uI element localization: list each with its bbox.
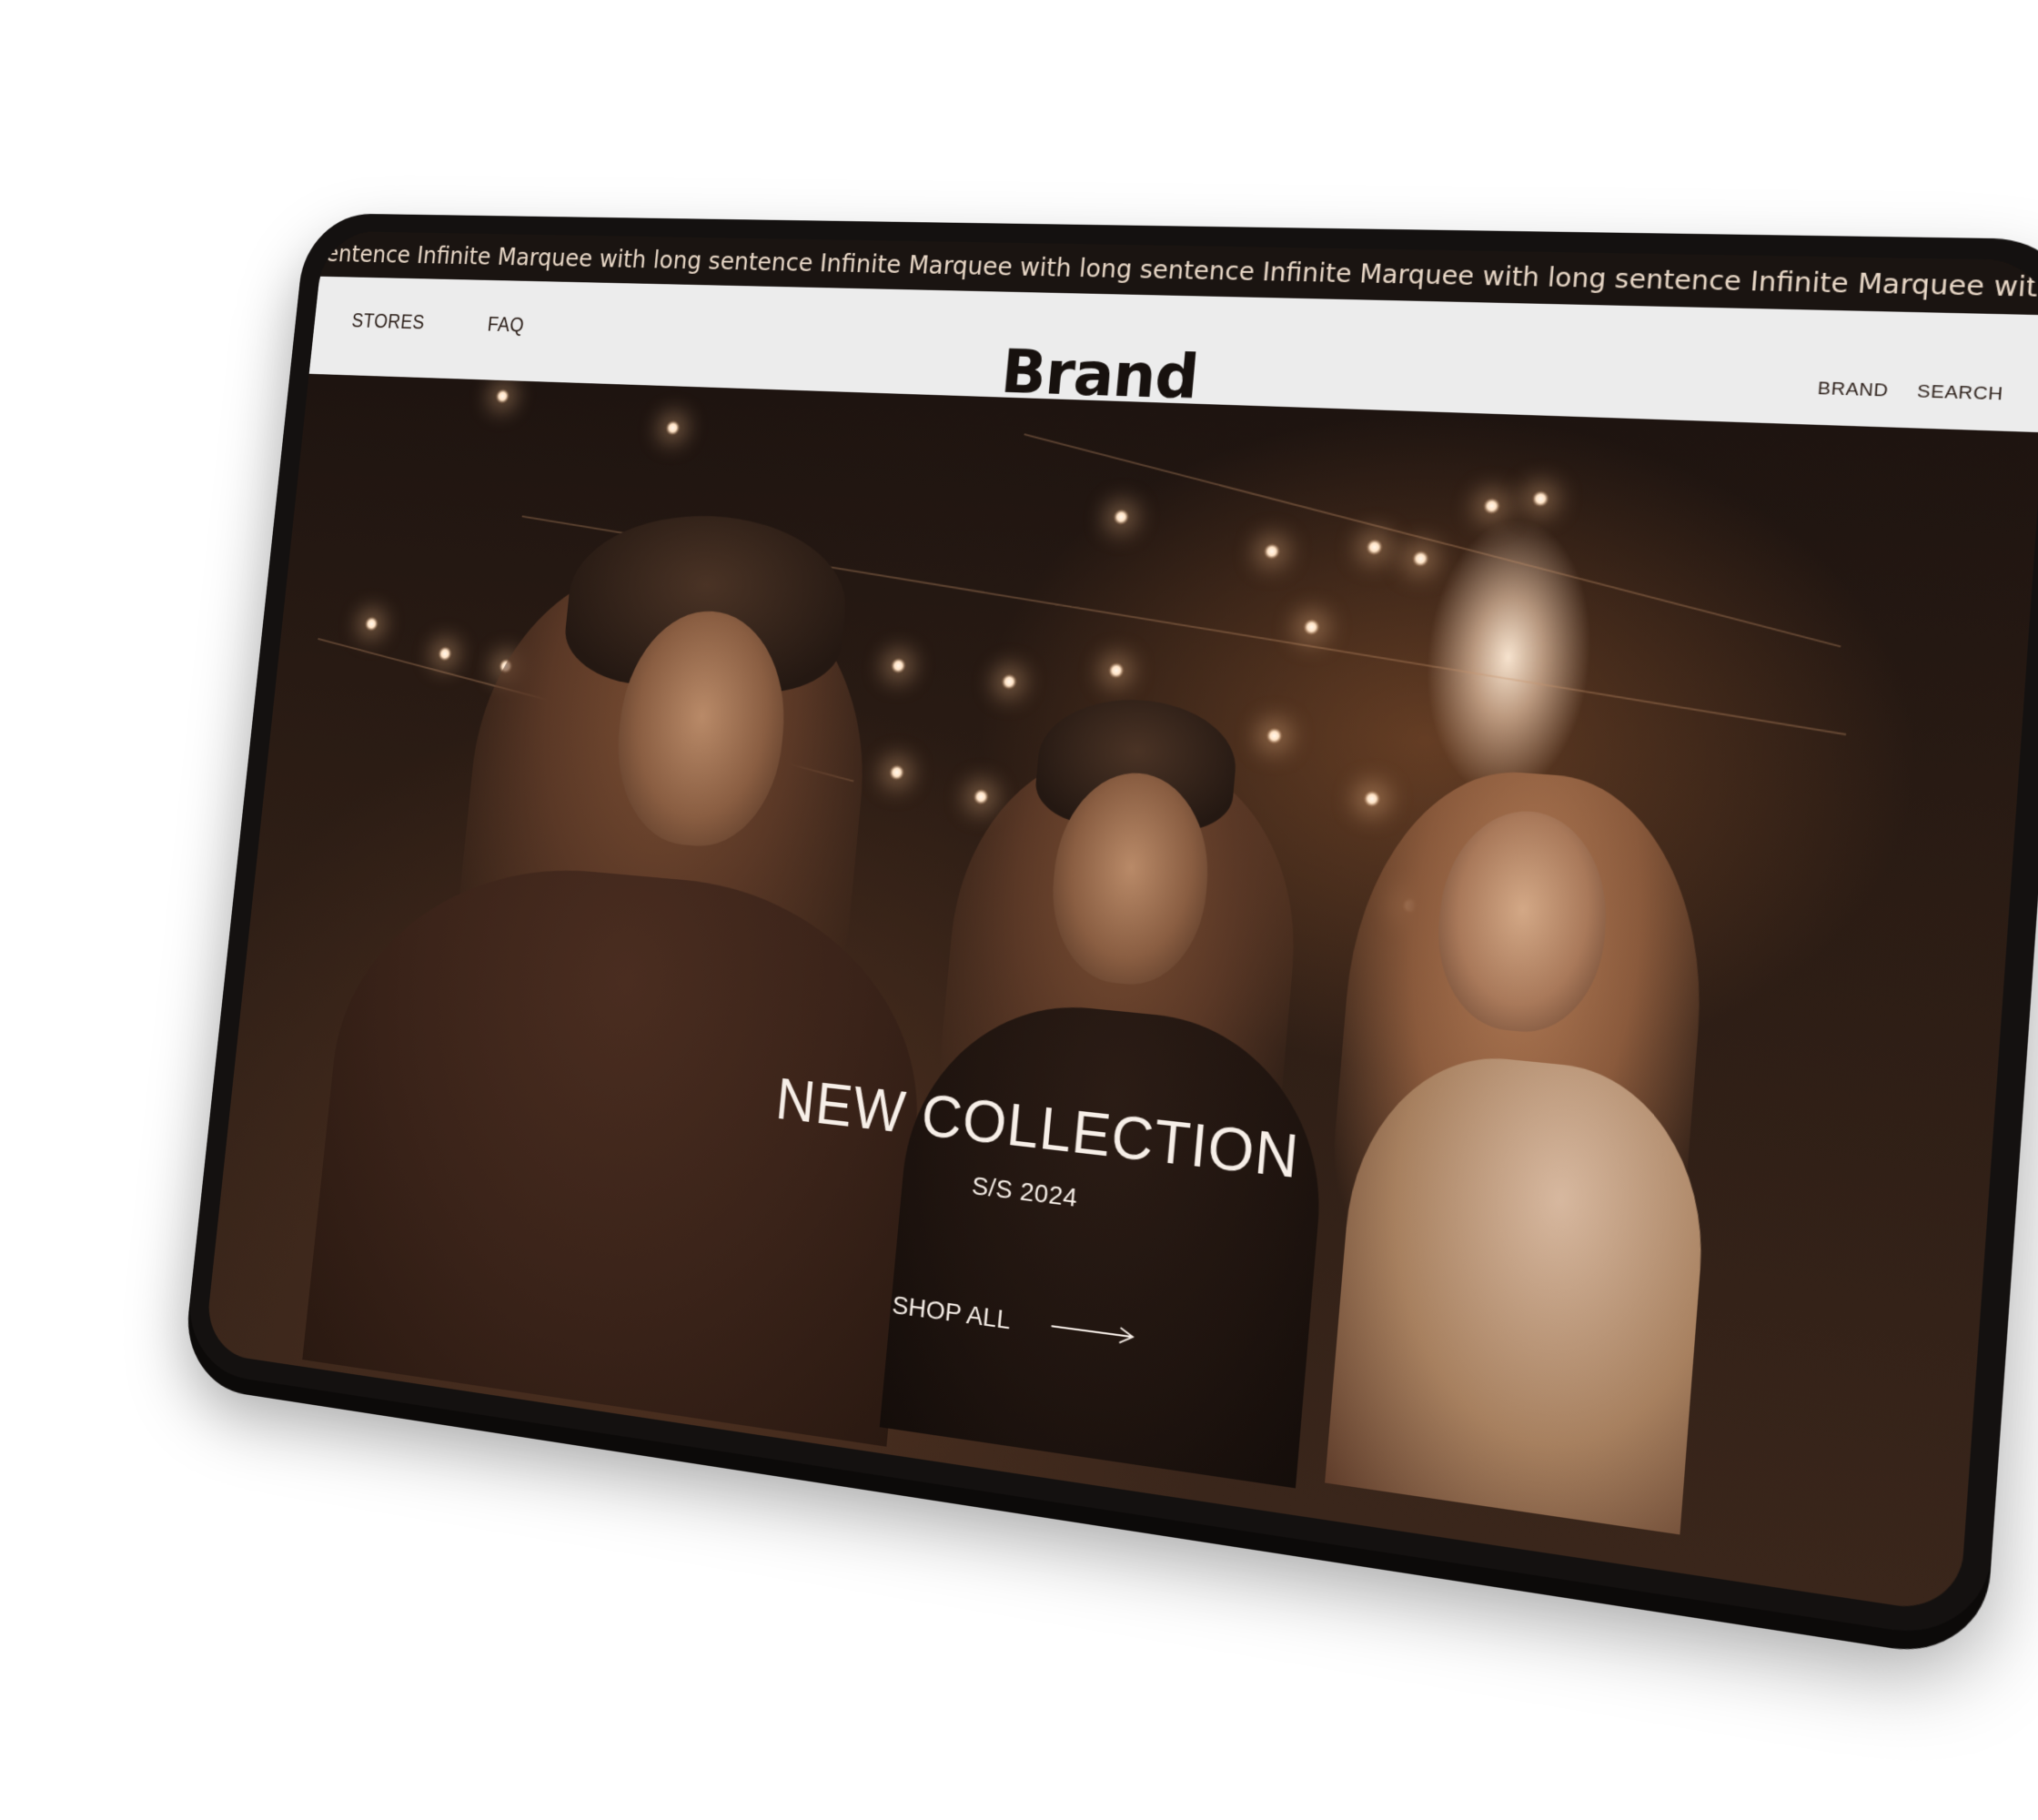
device-mockup-stage: g sentence Infinite Marquee with long se… (0, 0, 2038, 1820)
tablet-frame: g sentence Infinite Marquee with long se… (182, 213, 2038, 1644)
light-wire (1024, 433, 1841, 648)
string-light (664, 420, 681, 436)
string-light (1000, 672, 1018, 691)
nav-brand-link[interactable]: BRAND (1817, 379, 1889, 402)
string-light (1482, 497, 1501, 515)
nav-search-link[interactable]: SEARCH (1916, 381, 2003, 405)
website-screen: g sentence Infinite Marquee with long se… (204, 230, 2038, 1615)
string-light (1302, 618, 1321, 636)
string-light (1411, 550, 1430, 568)
string-light (1112, 508, 1130, 526)
string-light (1530, 490, 1550, 508)
arrow-right-icon (1049, 1317, 1137, 1347)
string-light (1365, 538, 1384, 556)
string-light (1263, 542, 1281, 561)
string-light (1107, 662, 1125, 680)
string-light (494, 388, 510, 404)
hero-banner: NEW COLLECTION S/S 2024 SHOP ALL (204, 373, 2038, 1615)
